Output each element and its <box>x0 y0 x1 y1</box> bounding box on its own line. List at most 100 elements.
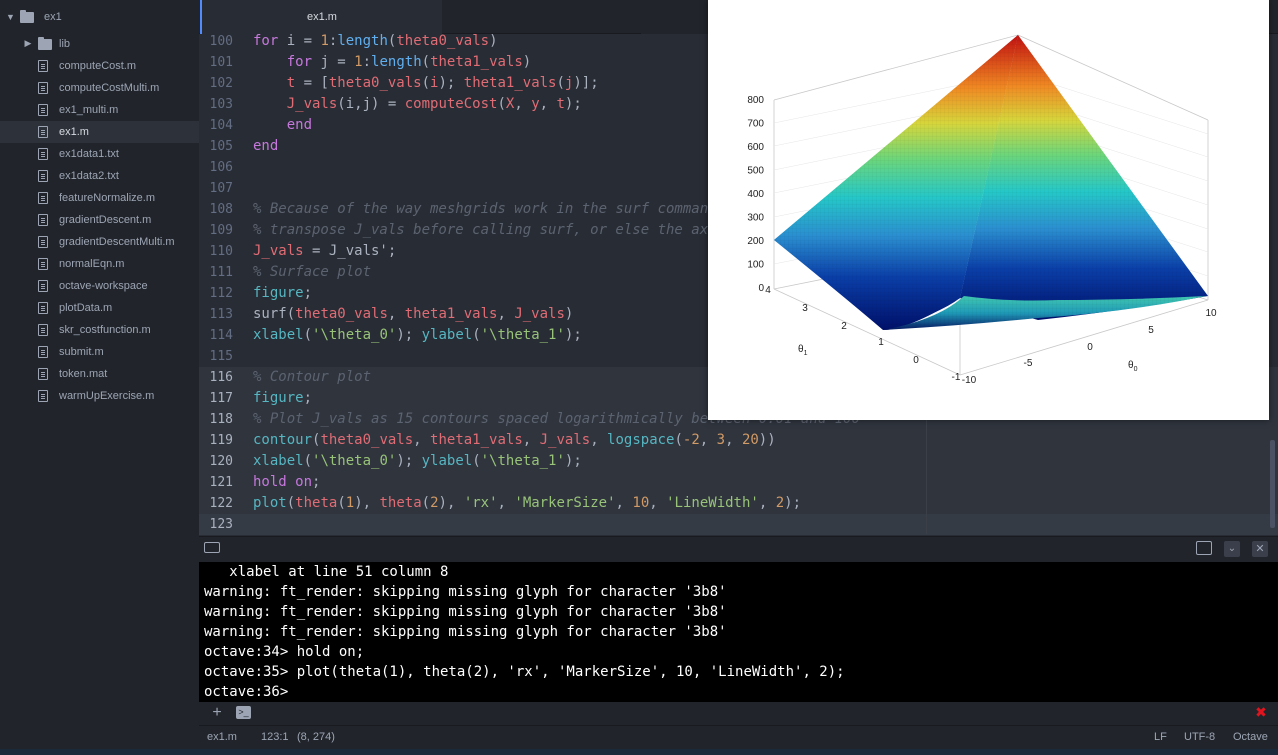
tree-file-item[interactable]: token.mat <box>0 363 199 385</box>
figure-window[interactable]: 800 700 600 500 400 300 200 100 0 4 3 2 1 0 -1 -10 -5 0… <box>708 0 1269 420</box>
code-text: % Contour plot <box>253 369 372 385</box>
line-number: 121 <box>209 475 233 490</box>
console-line: warning: ft_render: skipping missing gly… <box>204 624 727 640</box>
code-line[interactable]: 120 xlabel('\theta_0'); ylabel('\theta_1'… <box>199 451 1278 472</box>
tree-file-label: featureNormalize.m <box>59 192 155 204</box>
code-line[interactable]: 121 hold on; <box>199 472 1278 493</box>
tree-file-label: gradientDescent.m <box>59 214 152 226</box>
file-icon <box>38 236 48 248</box>
tree-file-label: ex1data1.txt <box>59 148 119 160</box>
line-number: 116 <box>209 370 233 385</box>
tree-file-item[interactable]: submit.m <box>0 341 199 363</box>
line-number: 105 <box>209 139 233 154</box>
status-file[interactable]: ex1.m <box>207 731 237 743</box>
tree-file-label: warmUpExercise.m <box>59 390 155 402</box>
code-text: for j = 1:length(theta1_vals) <box>286 54 532 70</box>
tree-file-label: normalEqn.m <box>59 258 125 270</box>
axis-tick-label: 4 <box>765 285 771 296</box>
tree-file-label: token.mat <box>59 368 108 380</box>
tree-folder-label: lib <box>59 38 71 50</box>
axis-tick-label: 2 <box>841 321 847 332</box>
ylabel-theta1: θ1 <box>798 344 808 357</box>
status-selection: (8, 274) <box>297 731 335 743</box>
tree-file-item[interactable]: ex1.m <box>0 121 199 143</box>
line-number: 102 <box>209 76 233 91</box>
tree-file-label: computeCostMulti.m <box>59 82 160 94</box>
xlabel-theta0: θ0 <box>1128 360 1138 373</box>
axis-tick-label: 0 <box>758 283 764 294</box>
tree-file-item[interactable]: computeCostMulti.m <box>0 77 199 99</box>
maximize-icon[interactable] <box>1196 541 1212 555</box>
tree-file-item[interactable]: plotData.m <box>0 297 199 319</box>
file-icon <box>38 104 48 116</box>
tree-file-item[interactable]: featureNormalize.m <box>0 187 199 209</box>
file-icon <box>38 302 48 314</box>
project-root[interactable]: ▼ ex1 <box>6 9 62 25</box>
tree-file-label: octave-workspace <box>59 280 148 292</box>
axis-tick-label: 100 <box>747 260 764 271</box>
line-number: 106 <box>209 160 233 175</box>
tree-file-item[interactable]: ex1_multi.m <box>0 99 199 121</box>
tree-file-item[interactable]: normalEqn.m <box>0 253 199 275</box>
status-encoding[interactable]: UTF-8 <box>1184 731 1215 743</box>
code-line[interactable]: 123 <box>199 514 1278 535</box>
line-number: 118 <box>209 412 233 427</box>
console-line: octave:36> <box>204 684 289 700</box>
chevron-down-icon[interactable]: ▼ <box>6 12 15 22</box>
console-line: xlabel at line 51 column 8 <box>204 564 449 580</box>
file-icon <box>38 192 48 204</box>
tree-file-label: skr_costfunction.m <box>59 324 151 336</box>
axis-tick-label: 1 <box>878 337 884 348</box>
status-line-ending[interactable]: LF <box>1154 731 1167 743</box>
line-number: 112 <box>209 286 233 301</box>
file-icon <box>38 60 48 72</box>
line-number: 100 <box>209 34 233 49</box>
line-number: 119 <box>209 433 233 448</box>
line-number: 111 <box>209 265 233 280</box>
tree-file-item[interactable]: warmUpExercise.m <box>0 385 199 407</box>
line-number: 115 <box>209 349 233 364</box>
close-icon[interactable]: ✖ <box>1253 704 1269 720</box>
tree-file-item[interactable]: ex1data1.txt <box>0 143 199 165</box>
tree-file-label: ex1data2.txt <box>59 170 119 182</box>
console-line: warning: ft_render: skipping missing gly… <box>204 604 727 620</box>
axis-tick-label: 0 <box>1087 342 1093 353</box>
chevron-down-icon[interactable]: ⌄ <box>1224 541 1240 557</box>
console-line: warning: ft_render: skipping missing gly… <box>204 584 727 600</box>
code-text: J_vals(i,j) = computeCost(X, y, t); <box>286 96 582 112</box>
editor-scrollbar[interactable] <box>1270 440 1275 528</box>
code-line[interactable]: 122 plot(theta(1), theta(2), 'rx', 'Marke… <box>199 493 1278 514</box>
axis-tick-label: 500 <box>747 166 764 177</box>
status-grammar[interactable]: Octave <box>1233 731 1268 743</box>
tree-file-item[interactable]: gradientDescent.m <box>0 209 199 231</box>
file-icon <box>38 280 48 292</box>
octave-console[interactable]: xlabel at line 51 column 8 warning: ft_re… <box>199 562 1278 702</box>
console-line: octave:35> plot(theta(1), theta(2), 'rx'… <box>204 664 845 680</box>
code-line[interactable]: 119 contour(theta0_vals, theta1_vals, J_v… <box>199 430 1278 451</box>
tree-file-label: gradientDescentMulti.m <box>59 236 175 248</box>
tree-file-item[interactable]: ex1data2.txt <box>0 165 199 187</box>
terminal-icon[interactable]: >_ <box>236 706 251 719</box>
status-cursor[interactable]: 123:1 <box>261 731 289 743</box>
axis-tick-label: 300 <box>747 213 764 224</box>
line-number: 104 <box>209 118 233 133</box>
file-icon <box>38 368 48 380</box>
line-number: 120 <box>209 454 233 469</box>
tree-file-item[interactable]: gradientDescentMulti.m <box>0 231 199 253</box>
axis-tick-label: 5 <box>1148 325 1154 336</box>
add-icon[interactable]: + <box>209 705 225 721</box>
surface-plot: 8007006005004003002001000 43210-1 -10-50… <box>747 34 1217 386</box>
desktop-edge <box>0 749 1278 755</box>
tree-folder-lib[interactable]: ▶ lib <box>0 33 199 55</box>
folder-icon <box>20 9 34 23</box>
tree-file-item[interactable]: octave-workspace <box>0 275 199 297</box>
tree-file-item[interactable]: skr_costfunction.m <box>0 319 199 341</box>
keyboard-icon[interactable] <box>204 542 220 553</box>
project-root-label: ex1 <box>44 11 62 23</box>
chevron-right-icon[interactable]: ▶ <box>24 38 32 49</box>
tree-file-item[interactable]: computeCost.m <box>0 55 199 77</box>
tab-ex1-m[interactable]: ex1.m <box>200 0 442 34</box>
close-panel-icon[interactable]: ✕ <box>1252 541 1268 557</box>
tree-view: ▼ ex1 ▶ lib computeCost.m computeCostMult… <box>0 0 199 725</box>
line-number: 101 <box>209 55 233 70</box>
